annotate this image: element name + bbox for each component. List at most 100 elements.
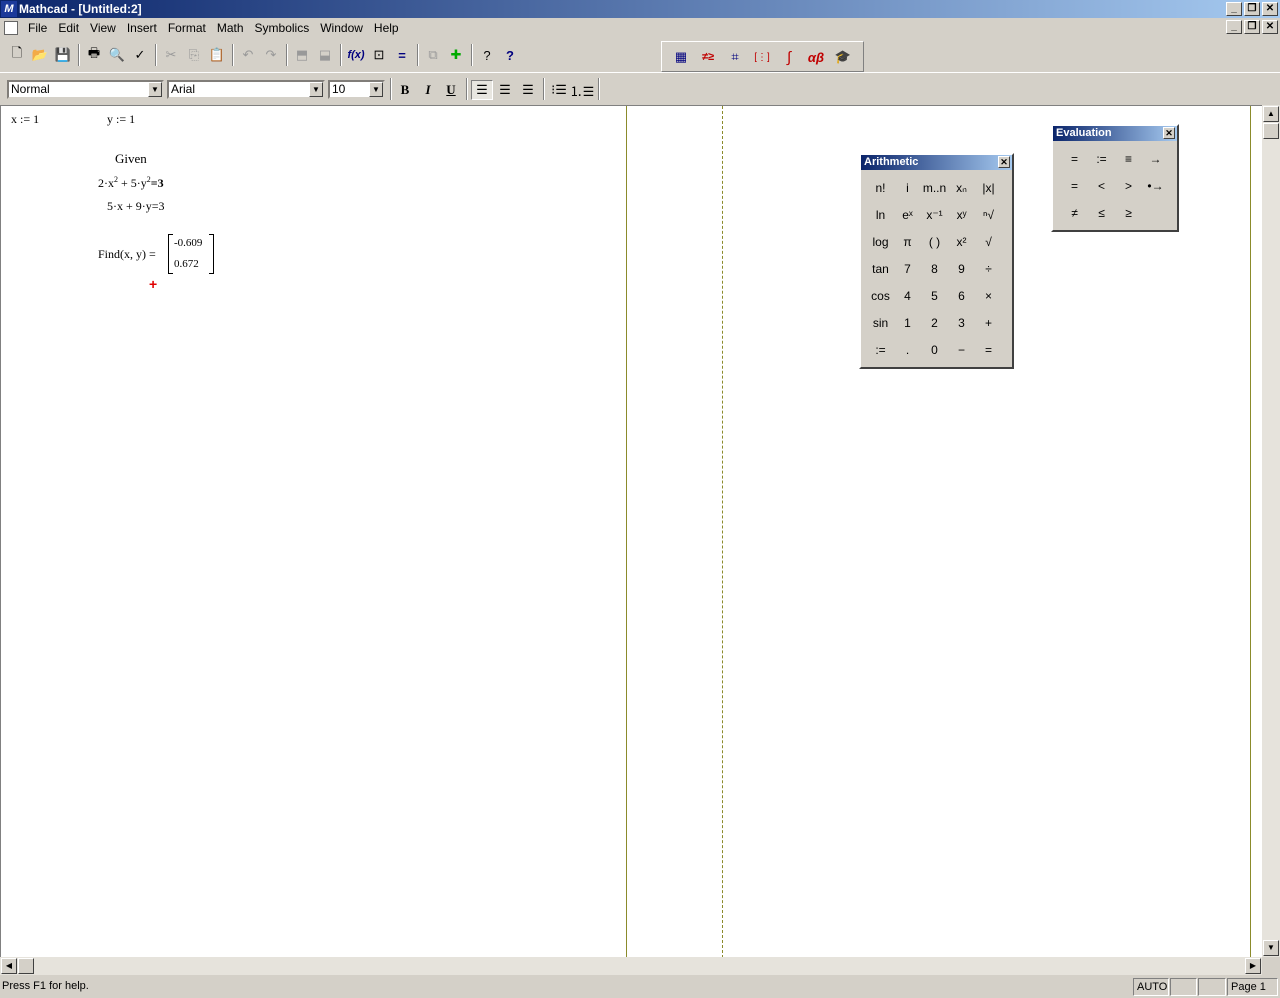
arithmetic-button[interactable]: 2 xyxy=(921,309,948,336)
evaluation-button[interactable]: < xyxy=(1088,172,1115,199)
menu-math[interactable]: Math xyxy=(213,21,251,35)
resource-icon[interactable]: ? xyxy=(476,44,498,66)
arithmetic-button[interactable]: i xyxy=(894,174,921,201)
restore-button[interactable]: ❐ xyxy=(1244,2,1260,16)
arithmetic-button[interactable]: ( ) xyxy=(921,228,948,255)
menu-insert[interactable]: Insert xyxy=(123,21,164,35)
menu-help[interactable]: Help xyxy=(370,21,406,35)
evaluation-button[interactable]: > xyxy=(1115,172,1142,199)
close-button[interactable]: ✕ xyxy=(1262,2,1278,16)
scroll-down-icon[interactable]: ▼ xyxy=(1263,940,1279,956)
close-icon[interactable]: ✕ xyxy=(1163,127,1175,139)
menu-file[interactable]: File xyxy=(24,21,54,35)
evaluation-button[interactable]: ≠ xyxy=(1061,199,1088,226)
cut-icon[interactable]: ✂ xyxy=(160,44,182,66)
align-left-icon[interactable]: ☰ xyxy=(471,80,493,100)
arithmetic-button[interactable]: 9 xyxy=(948,255,975,282)
menu-symbolics[interactable]: Symbolics xyxy=(251,21,317,35)
doc-restore-button[interactable]: ❐ xyxy=(1244,20,1260,34)
align-down-icon[interactable]: ⬓ xyxy=(314,44,336,66)
arithmetic-button[interactable]: 1 xyxy=(894,309,921,336)
arithmetic-button[interactable]: xₙ xyxy=(948,174,975,201)
scroll-left-icon[interactable]: ◀ xyxy=(1,958,17,974)
chevron-down-icon[interactable]: ▼ xyxy=(148,82,162,97)
evaluation-button[interactable]: ≤ xyxy=(1088,199,1115,226)
boolean-toolbar-icon[interactable]: ≠≥ xyxy=(697,46,719,68)
evaluation-button[interactable]: = xyxy=(1061,172,1088,199)
open-icon[interactable]: 📂 xyxy=(29,44,51,66)
menu-window[interactable]: Window xyxy=(316,21,370,35)
resource-center-icon[interactable]: ✚ xyxy=(445,44,467,66)
new-icon[interactable]: 🗋 xyxy=(6,44,28,66)
copy-icon[interactable]: ⎘ xyxy=(183,44,205,66)
scroll-thumb[interactable] xyxy=(18,958,34,974)
arithmetic-button[interactable]: tan xyxy=(867,255,894,282)
arithmetic-button[interactable]: − xyxy=(948,336,975,363)
result-matrix[interactable]: -0.609 0.672 xyxy=(168,234,214,274)
align-right-icon[interactable]: ☰ xyxy=(517,80,539,100)
equation-1[interactable]: 2·x2 + 5·y2=3 xyxy=(98,175,164,191)
arithmetic-button[interactable]: x⁻¹ xyxy=(921,201,948,228)
arithmetic-button[interactable]: 3 xyxy=(948,309,975,336)
evaluation-button[interactable]: •→ xyxy=(1142,172,1169,199)
y-definition[interactable]: y := 1 xyxy=(107,112,135,127)
evaluation-button[interactable]: → xyxy=(1142,145,1169,172)
numbering-icon[interactable]: ⒈☰ xyxy=(570,80,595,100)
scroll-up-icon[interactable]: ▲ xyxy=(1263,106,1279,122)
scroll-right-icon[interactable]: ▶ xyxy=(1245,958,1261,974)
arithmetic-button[interactable]: ln xyxy=(867,201,894,228)
calculator-toolbar-icon[interactable]: ▦ xyxy=(670,46,692,68)
worksheet[interactable]: x := 1 y := 1 Given 2·x2 + 5·y2=3 5·x + … xyxy=(0,105,1262,957)
insert-function-icon[interactable]: f(x) xyxy=(345,44,367,66)
x-definition[interactable]: x := 1 xyxy=(11,112,39,127)
arithmetic-button[interactable]: x² xyxy=(948,228,975,255)
save-icon[interactable]: 💾 xyxy=(52,44,74,66)
find-expression[interactable]: Find(x, y) = xyxy=(98,247,156,262)
arithmetic-button[interactable]: := xyxy=(867,336,894,363)
bold-button[interactable]: B xyxy=(394,80,416,100)
underline-button[interactable]: U xyxy=(440,80,462,100)
given-keyword[interactable]: Given xyxy=(115,151,147,167)
arithmetic-button[interactable]: |x| xyxy=(975,174,1002,201)
chevron-down-icon[interactable]: ▼ xyxy=(309,82,323,97)
font-size-select[interactable]: 10 ▼ xyxy=(328,80,385,99)
arithmetic-button[interactable]: cos xyxy=(867,282,894,309)
italic-button[interactable]: I xyxy=(417,80,439,100)
arithmetic-button[interactable]: 6 xyxy=(948,282,975,309)
arithmetic-button[interactable]: √ xyxy=(975,228,1002,255)
chevron-down-icon[interactable]: ▼ xyxy=(369,82,383,97)
paste-icon[interactable]: 📋 xyxy=(206,44,228,66)
graph-toolbar-icon[interactable]: ⌗ xyxy=(724,46,746,68)
arithmetic-button[interactable]: m..n xyxy=(921,174,948,201)
arithmetic-button[interactable]: 5 xyxy=(921,282,948,309)
calculus-toolbar-icon[interactable]: ∫ xyxy=(778,46,800,68)
menu-view[interactable]: View xyxy=(86,21,123,35)
arithmetic-button[interactable]: 4 xyxy=(894,282,921,309)
arithmetic-button[interactable]: xʸ xyxy=(948,201,975,228)
arithmetic-button[interactable]: + xyxy=(975,309,1002,336)
print-icon[interactable]: 🖶 xyxy=(83,44,105,66)
doc-minimize-button[interactable]: _ xyxy=(1226,20,1242,34)
arithmetic-button[interactable]: × xyxy=(975,282,1002,309)
align-center-icon[interactable]: ☰ xyxy=(494,80,516,100)
greek-toolbar-icon[interactable]: αβ xyxy=(805,46,827,68)
evaluation-button[interactable]: = xyxy=(1061,145,1088,172)
align-across-icon[interactable]: ⬒ xyxy=(291,44,313,66)
arithmetic-button[interactable]: = xyxy=(975,336,1002,363)
arithmetic-button[interactable]: ⁿ√ xyxy=(975,201,1002,228)
insert-unit-icon[interactable]: ⊡ xyxy=(368,44,390,66)
redo-icon[interactable]: ↷ xyxy=(260,44,282,66)
arithmetic-button[interactable]: eˣ xyxy=(894,201,921,228)
vertical-scrollbar[interactable]: ▲ ▼ xyxy=(1262,105,1280,957)
calculate-icon[interactable]: = xyxy=(391,44,413,66)
horizontal-scrollbar[interactable]: ◀ ▶ xyxy=(0,957,1262,975)
matrix-toolbar-icon[interactable]: [⋮] xyxy=(751,46,773,68)
style-select[interactable]: Normal ▼ xyxy=(7,80,164,99)
symbolic-toolbar-icon[interactable]: 🎓 xyxy=(832,46,854,68)
arithmetic-button[interactable]: n! xyxy=(867,174,894,201)
evaluation-button[interactable]: ≡ xyxy=(1115,145,1142,172)
arithmetic-button[interactable]: log xyxy=(867,228,894,255)
spell-check-icon[interactable]: ✓ xyxy=(129,44,151,66)
arithmetic-button[interactable]: 8 xyxy=(921,255,948,282)
doc-close-button[interactable]: ✕ xyxy=(1262,20,1278,34)
